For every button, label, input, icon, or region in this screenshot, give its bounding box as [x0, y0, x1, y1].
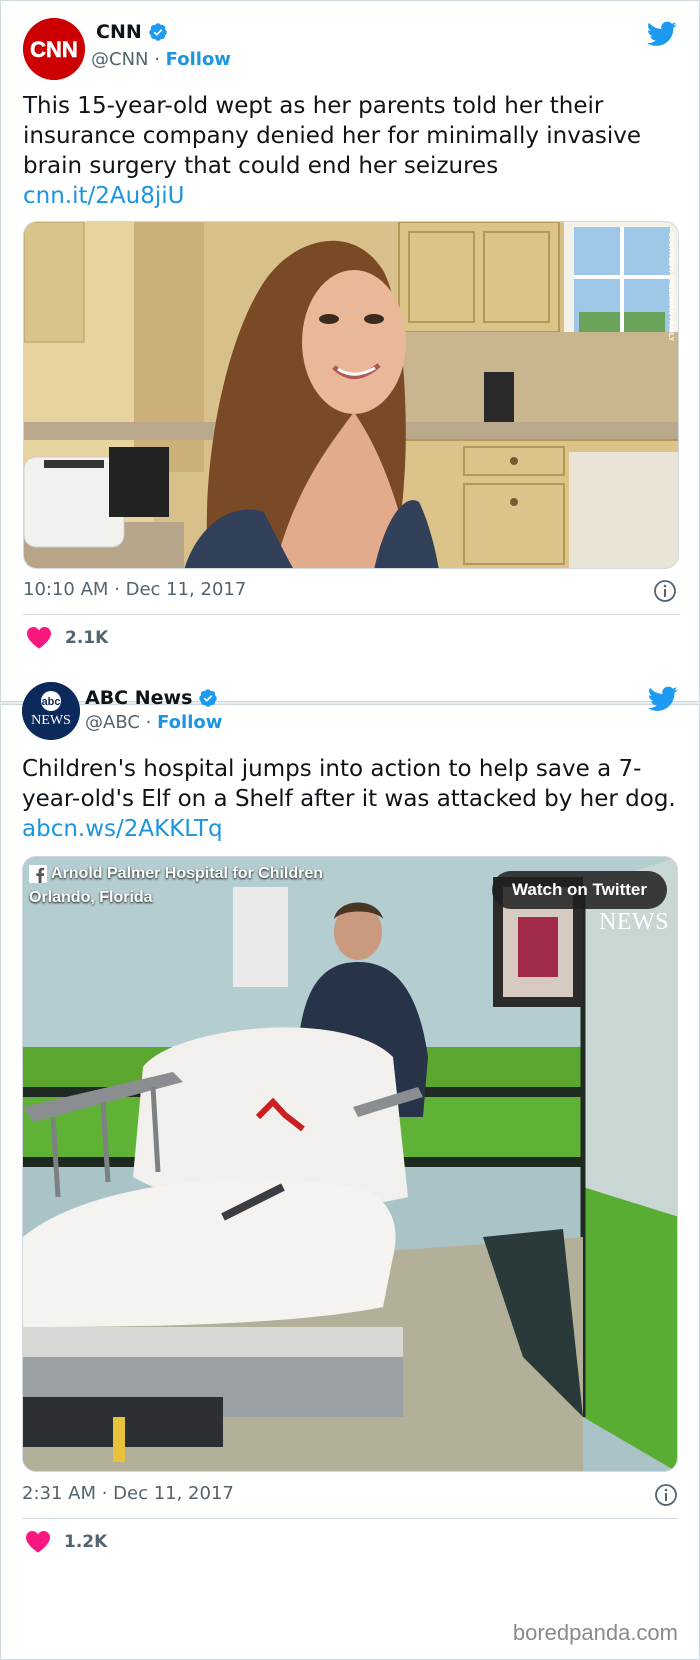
twitter-bird-icon[interactable]	[647, 21, 677, 47]
tweet-text: Children's hospital jumps into action to…	[22, 754, 682, 844]
tweet-timestamp[interactable]: 10:10 AM · Dec 11, 2017	[23, 579, 246, 600]
like-count: 1.2K	[64, 1532, 108, 1552]
facebook-icon	[29, 865, 47, 883]
author-handle[interactable]: @ABC	[85, 712, 140, 733]
video-source-line1: Arnold Palmer Hospital for Children	[29, 865, 323, 883]
info-icon[interactable]	[653, 579, 677, 603]
cnn-avatar[interactable]: CNN	[23, 18, 85, 80]
tweet-photo[interactable]: COURTESY: FREEDMAN FAMILY	[23, 221, 679, 569]
news-bug-logo: NEWS	[599, 909, 669, 935]
video-source-name: Arnold Palmer Hospital for Children	[51, 865, 324, 882]
heart-icon[interactable]	[26, 1531, 50, 1553]
tweet-body: This 15-year-old wept as her parents tol…	[23, 93, 642, 179]
info-icon[interactable]	[654, 1483, 678, 1507]
tweet-video[interactable]: Arnold Palmer Hospital for Children Orla…	[22, 856, 678, 1472]
hospital-video-frame	[23, 857, 677, 1471]
svg-text:abc: abc	[42, 696, 61, 708]
handle-row: @CNN · Follow	[91, 49, 231, 70]
tweet-text: This 15-year-old wept as her parents tol…	[23, 91, 683, 211]
author-handle[interactable]: @CNN	[91, 49, 149, 70]
tweet-body: Children's hospital jumps into action to…	[22, 756, 676, 812]
like-row[interactable]: 2.1K	[27, 627, 108, 649]
watch-on-twitter-button[interactable]: Watch on Twitter	[491, 871, 667, 909]
verified-badge-icon	[149, 23, 167, 41]
svg-text:CNN: CNN	[30, 37, 78, 62]
author-name[interactable]: CNN	[96, 21, 142, 43]
divider	[22, 1518, 678, 1519]
like-row[interactable]: 1.2K	[26, 1531, 107, 1553]
divider	[23, 614, 679, 615]
handle-row: @ABC · Follow	[85, 712, 223, 733]
like-count: 2.1K	[65, 628, 109, 648]
verified-badge-icon	[199, 689, 218, 707]
twitter-bird-icon[interactable]	[648, 686, 678, 712]
tweet-cnn: CNN CNN @CNN · Follow This 15-year-old w…	[0, 0, 700, 702]
photo-credit: COURTESY: FREEDMAN FAMILY	[667, 232, 674, 342]
video-source-line2: Orlando, Florida	[29, 889, 153, 906]
heart-icon[interactable]	[27, 627, 51, 649]
author-name[interactable]: ABC News	[85, 687, 192, 709]
author-name-row: CNN	[96, 21, 168, 43]
kitchen-girl-photo	[24, 222, 678, 568]
follow-button[interactable]: Follow	[166, 49, 231, 70]
tweet-link[interactable]: cnn.it/2Au8jiU	[23, 183, 184, 209]
follow-button[interactable]: Follow	[157, 712, 222, 733]
boredpanda-watermark: boredpanda.com	[512, 1620, 678, 1645]
tweet-timestamp[interactable]: 2:31 AM · Dec 11, 2017	[22, 1483, 234, 1504]
author-name-row: ABC News	[85, 687, 218, 709]
tweet-link[interactable]: abcn.ws/2AKKLTq	[22, 816, 223, 842]
abc-news-avatar[interactable]: abc NEWS	[22, 682, 80, 740]
svg-text:NEWS: NEWS	[31, 713, 71, 728]
